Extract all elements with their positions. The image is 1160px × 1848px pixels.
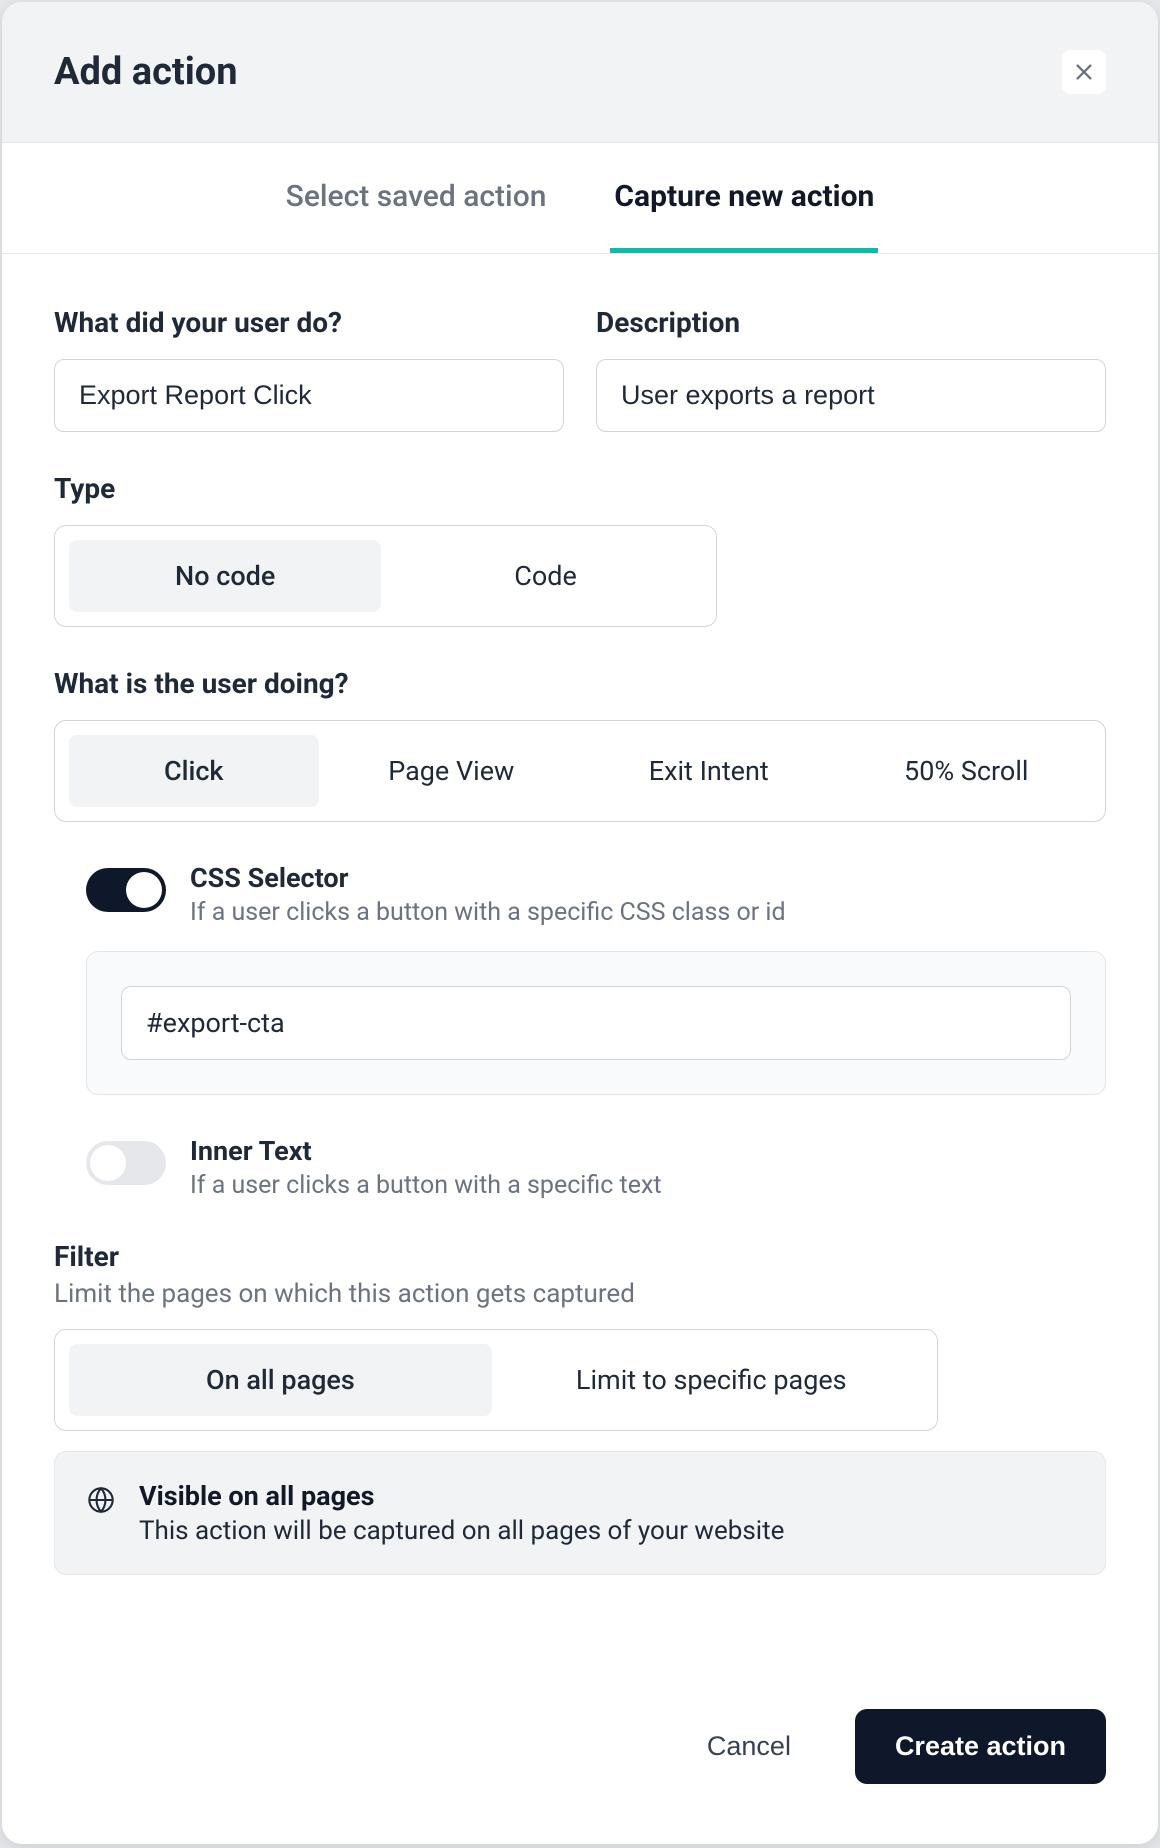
- type-segmented: No code Code: [54, 525, 717, 627]
- cancel-button[interactable]: Cancel: [667, 1709, 831, 1784]
- filter-sublabel: Limit the pages on which this action get…: [54, 1279, 1106, 1309]
- what-did-input[interactable]: [54, 359, 564, 432]
- filter-segmented: On all pages Limit to specific pages: [54, 1329, 938, 1431]
- css-selector-box: [86, 951, 1106, 1095]
- description-label: Description: [596, 306, 1106, 339]
- type-section: Type No code Code: [54, 472, 1106, 627]
- css-selector-block: CSS Selector If a user clicks a button w…: [54, 862, 1106, 927]
- toggle-knob: [90, 1145, 126, 1181]
- close-button[interactable]: [1062, 50, 1106, 94]
- tabs: Select saved action Capture new action: [2, 143, 1158, 254]
- doing-segmented: Click Page View Exit Intent 50% Scroll: [54, 720, 1106, 822]
- type-no-code[interactable]: No code: [69, 540, 381, 612]
- tab-select-saved[interactable]: Select saved action: [282, 143, 551, 253]
- type-code[interactable]: Code: [389, 540, 701, 612]
- globe-icon: [87, 1486, 115, 1514]
- description-field: Description: [596, 306, 1106, 432]
- css-selector-desc: If a user clicks a button with a specifi…: [190, 898, 786, 927]
- info-card: Visible on all pages This action will be…: [54, 1451, 1106, 1575]
- what-did-field: What did your user do?: [54, 306, 564, 432]
- modal-header: Add action: [2, 2, 1158, 143]
- what-did-label: What did your user do?: [54, 306, 564, 339]
- filter-section: Filter Limit the pages on which this act…: [54, 1240, 1106, 1575]
- modal-body: What did your user do? Description Type …: [2, 254, 1158, 1669]
- toggle-knob: [126, 872, 162, 908]
- inner-text-block: Inner Text If a user clicks a button wit…: [54, 1135, 1106, 1200]
- modal-title: Add action: [54, 50, 238, 94]
- filter-label: Filter: [54, 1240, 1106, 1273]
- tab-capture-new[interactable]: Capture new action: [610, 143, 878, 253]
- modal-footer: Cancel Create action: [2, 1669, 1158, 1844]
- add-action-modal: Add action Select saved action Capture n…: [2, 2, 1158, 1844]
- type-label: Type: [54, 472, 1106, 505]
- doing-label: What is the user doing?: [54, 667, 1106, 700]
- css-selector-title: CSS Selector: [190, 862, 786, 894]
- filter-limit-pages[interactable]: Limit to specific pages: [500, 1344, 923, 1416]
- doing-click[interactable]: Click: [69, 735, 319, 807]
- css-selector-input[interactable]: [121, 986, 1071, 1060]
- css-selector-toggle[interactable]: [86, 868, 166, 912]
- description-input[interactable]: [596, 359, 1106, 432]
- info-card-desc: This action will be captured on all page…: [139, 1516, 784, 1546]
- doing-exit-intent[interactable]: Exit Intent: [584, 735, 834, 807]
- create-action-button[interactable]: Create action: [855, 1709, 1106, 1784]
- close-icon: [1073, 61, 1095, 83]
- info-card-title: Visible on all pages: [139, 1480, 784, 1512]
- inner-text-title: Inner Text: [190, 1135, 662, 1167]
- filter-all-pages[interactable]: On all pages: [69, 1344, 492, 1416]
- doing-page-view[interactable]: Page View: [327, 735, 577, 807]
- inner-text-desc: If a user clicks a button with a specifi…: [190, 1171, 662, 1200]
- doing-scroll-50[interactable]: 50% Scroll: [842, 735, 1092, 807]
- doing-section: What is the user doing? Click Page View …: [54, 667, 1106, 822]
- inner-text-toggle[interactable]: [86, 1141, 166, 1185]
